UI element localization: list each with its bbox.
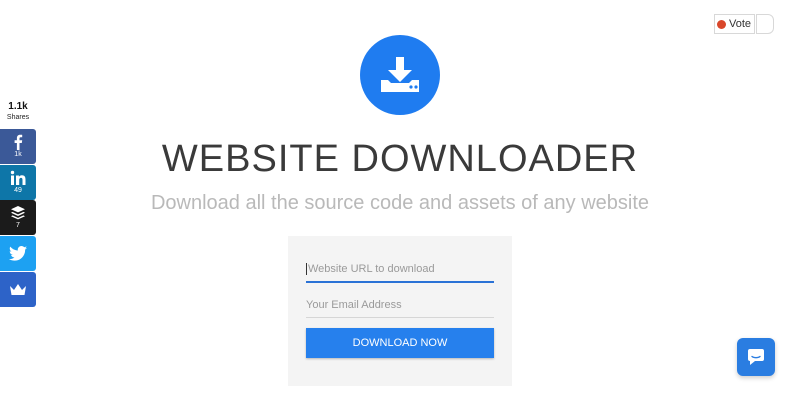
producthunt-icon <box>717 19 726 29</box>
text-caret <box>306 263 307 275</box>
sumome-share-button[interactable] <box>0 272 36 307</box>
vote-label: Vote <box>729 18 752 30</box>
vote-count-badge <box>756 14 774 34</box>
buffer-share-count: 7 <box>16 222 20 229</box>
crown-icon <box>10 283 26 295</box>
chat-icon <box>748 349 764 365</box>
download-form: DOWNLOAD NOW <box>288 236 512 386</box>
share-total: 1.1k Shares <box>0 101 36 123</box>
download-icon <box>381 57 419 92</box>
share-total-count: 1.1k <box>8 101 28 112</box>
twitter-icon <box>9 246 27 261</box>
share-total-label: Shares <box>6 114 30 121</box>
page-subtitle: Download all the source code and assets … <box>150 192 650 214</box>
url-field[interactable] <box>306 257 494 283</box>
page-title: WEBSITE DOWNLOADER <box>161 138 639 180</box>
email-field[interactable] <box>306 293 494 318</box>
email-input[interactable] <box>306 299 494 311</box>
download-now-button[interactable]: DOWNLOAD NOW <box>306 328 494 358</box>
download-logo <box>360 35 440 115</box>
chat-button[interactable] <box>737 338 775 376</box>
vote-button[interactable]: Vote <box>714 14 756 34</box>
twitter-share-button[interactable] <box>0 236 36 271</box>
url-input[interactable] <box>308 263 494 275</box>
